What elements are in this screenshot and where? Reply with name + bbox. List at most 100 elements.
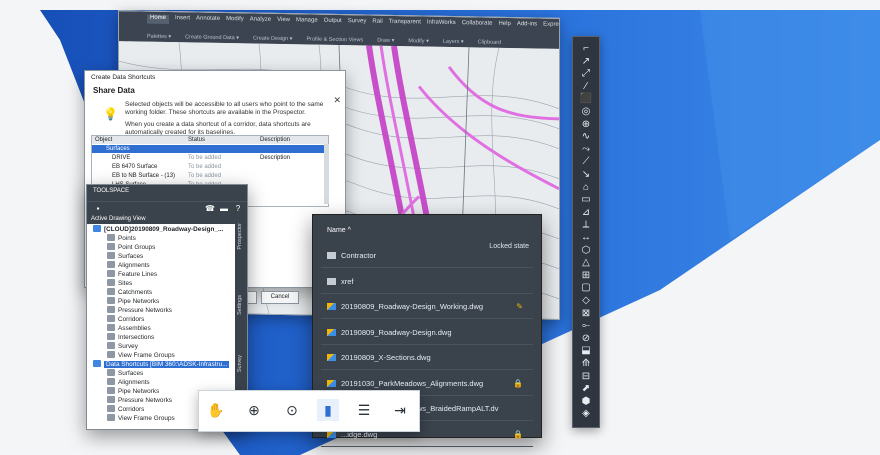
ribbon-tab[interactable]: Analyze bbox=[250, 16, 271, 25]
tab-settings[interactable]: Settings bbox=[237, 295, 243, 315]
ribbon-tab[interactable]: Transparent bbox=[389, 19, 421, 29]
zoom-extents-icon[interactable]: ⊙ bbox=[281, 399, 303, 421]
toolbar-tool-icon[interactable]: ↔ bbox=[578, 232, 594, 244]
ribbon-tab[interactable]: InfraWorks bbox=[427, 20, 456, 30]
toolbar-tool-icon[interactable]: ⌂ bbox=[578, 182, 594, 194]
ribbon-tab[interactable]: Output bbox=[324, 18, 342, 27]
toolbar-tool-icon[interactable]: ⬡ bbox=[578, 245, 594, 257]
ribbon-tab[interactable]: Annotate bbox=[196, 16, 220, 25]
toolbar-tool-icon[interactable]: ⬈ bbox=[578, 383, 594, 395]
tree-item[interactable]: Catchments bbox=[107, 288, 152, 297]
file-row[interactable]: Contractor bbox=[327, 251, 527, 263]
bottom-toolbar[interactable]: ✋ ⊕ ⊙ ▮ ☰ ⇥ bbox=[198, 390, 420, 432]
ribbon-panel-label[interactable]: Modify ▾ bbox=[408, 38, 429, 44]
tree-item[interactable]: View Frame Groups bbox=[107, 414, 175, 423]
toolbar-tool-icon[interactable]: ⤳ bbox=[578, 144, 594, 156]
cancel-button[interactable]: Cancel bbox=[261, 291, 299, 304]
tree-item[interactable]: Pressure Networks bbox=[107, 306, 172, 315]
tree-item[interactable]: Survey bbox=[107, 342, 138, 351]
tree-item[interactable]: Alignments bbox=[107, 378, 150, 387]
help-icon[interactable]: ? bbox=[233, 204, 243, 213]
grid-row[interactable]: DRIVE To be added Description bbox=[92, 154, 328, 162]
toolbar-tool-icon[interactable]: ⟜ bbox=[578, 320, 594, 332]
ribbon-panel-label[interactable]: Profile & Section Views bbox=[306, 36, 363, 43]
ribbon-tab[interactable]: Express Tools bbox=[543, 22, 560, 32]
tab-survey[interactable]: Survey bbox=[237, 355, 243, 372]
toolbar-tool-icon[interactable]: ⬓ bbox=[578, 345, 594, 357]
tree-item[interactable]: Corridors bbox=[107, 405, 144, 414]
toolbar-tool-icon[interactable]: ◈ bbox=[578, 408, 594, 420]
toolbar-tool-icon[interactable]: ⬢ bbox=[578, 396, 594, 408]
ribbon-tab[interactable]: Collaborate bbox=[462, 20, 493, 30]
grid-row[interactable]: EB to NB Surface - (13) To be added bbox=[92, 172, 328, 180]
tree-item[interactable]: Feature Lines bbox=[107, 270, 157, 279]
vertical-toolbar[interactable]: ⌐ ↗ ⤢ ∕ ⬛ ◎ ⊕ ∿ ⤳ ⟋ ↘ ⌂ ▭ ⊿ ⟂ ↔ ⬡ △ ⊞ ▢ ◇ ⊠ ⟜ ⊘ ⬓ ⟰ ⊟ ⬈ ⬢ ◈ bbox=[572, 36, 600, 428]
tree-item[interactable]: Alignments bbox=[107, 261, 150, 270]
name-column-header[interactable]: Name ^ bbox=[327, 227, 351, 234]
ribbon-panel-label[interactable]: Palettes ▾ bbox=[147, 34, 171, 40]
toolbar-tool-icon[interactable]: ⬛ bbox=[578, 93, 594, 105]
tree-item[interactable]: Points bbox=[107, 234, 136, 243]
toolbar-tool-icon[interactable]: ⊟ bbox=[578, 371, 594, 383]
ribbon-panel-label[interactable]: Layers ▾ bbox=[443, 39, 464, 45]
tree-item[interactable]: Intersections bbox=[107, 333, 154, 342]
tree-item[interactable]: Surfaces bbox=[107, 252, 143, 261]
panel-icon[interactable]: ▪ bbox=[93, 204, 103, 213]
ribbon-tab[interactable]: Home bbox=[147, 14, 170, 25]
file-row[interactable]: 20190809_Roadway-Design.dwg bbox=[327, 328, 527, 340]
ribbon-tab[interactable]: Modify bbox=[226, 16, 244, 25]
toolbar-tool-icon[interactable]: ⊞ bbox=[578, 270, 594, 282]
toolbar-tool-icon[interactable]: ⊠ bbox=[578, 308, 594, 320]
grid-row[interactable]: EB 6470 Surface To be added bbox=[92, 163, 328, 171]
layout-icon[interactable]: ▮ bbox=[317, 399, 339, 421]
window-icon[interactable]: ▬ bbox=[219, 204, 229, 213]
toolbar-tool-icon[interactable]: ⊕ bbox=[578, 119, 594, 131]
toolbar-tool-icon[interactable]: ∕ bbox=[578, 81, 594, 93]
toolbar-tool-icon[interactable]: ⊿ bbox=[578, 207, 594, 219]
toolbar-tool-icon[interactable]: ↘ bbox=[578, 169, 594, 181]
ribbon-tab[interactable]: View bbox=[277, 17, 290, 26]
tree-item[interactable]: Assemblies bbox=[107, 324, 151, 333]
tree-item[interactable]: Corridors bbox=[107, 315, 144, 324]
ribbon-panel-label[interactable]: Clipboard bbox=[478, 39, 502, 45]
tree-item[interactable]: Pipe Networks bbox=[107, 297, 159, 306]
file-row[interactable]: xref bbox=[327, 277, 527, 289]
toolbar-tool-icon[interactable]: ↗ bbox=[578, 56, 594, 68]
grid-row[interactable]: Surfaces bbox=[92, 145, 328, 153]
toolbar-tool-icon[interactable]: ▢ bbox=[578, 282, 594, 294]
active-drawing-view-label[interactable]: Active Drawing View bbox=[87, 215, 239, 224]
ribbon-tab[interactable]: Insert bbox=[175, 15, 190, 24]
toolbar-tool-icon[interactable]: ⌐ bbox=[578, 43, 594, 55]
ribbon-tab[interactable]: Help bbox=[498, 21, 510, 30]
file-row[interactable]: 20190809_Roadway-Design_Working.dwg ✎ bbox=[327, 302, 527, 314]
ribbon-panel-label[interactable]: Create Ground Data ▾ bbox=[185, 34, 239, 41]
tree-item[interactable]: Pressure Networks bbox=[107, 396, 172, 405]
toolbar-tool-icon[interactable]: ◎ bbox=[578, 106, 594, 118]
toolbar-tool-icon[interactable]: △ bbox=[578, 257, 594, 269]
ribbon-tab[interactable]: Rail bbox=[372, 19, 382, 28]
ribbon-panel-label[interactable]: Create Design ▾ bbox=[253, 35, 292, 42]
zoom-window-icon[interactable]: ⊕ bbox=[243, 399, 265, 421]
tree-item[interactable]: Data Shortcuts [BIM 360:\ADSK-Infrastru.… bbox=[93, 360, 230, 369]
file-row[interactable]: 20190809_X-Sections.dwg bbox=[327, 353, 527, 365]
toolbar-tool-icon[interactable]: ⊘ bbox=[578, 333, 594, 345]
exit-icon[interactable]: ⇥ bbox=[389, 399, 411, 421]
phone-icon[interactable]: ☎ bbox=[205, 204, 215, 213]
tree-item[interactable]: Sites bbox=[107, 279, 132, 288]
tree-item[interactable]: [CLOUD]20190809_Roadway-Design_... bbox=[93, 225, 223, 234]
toolbar-tool-icon[interactable]: ▭ bbox=[578, 194, 594, 206]
tab-prospector[interactable]: Prospector bbox=[237, 223, 243, 250]
toolbar-tool-icon[interactable]: ◇ bbox=[578, 295, 594, 307]
ribbon-tab[interactable]: Add-ins bbox=[517, 21, 537, 30]
tree-item[interactable]: Pipe Networks bbox=[107, 387, 159, 396]
toolbar-tool-icon[interactable]: ⟂ bbox=[578, 219, 594, 231]
toolbar-tool-icon[interactable]: ⟋ bbox=[578, 156, 594, 168]
close-icon[interactable]: ✕ bbox=[333, 95, 341, 106]
grid-scrollbar[interactable] bbox=[324, 144, 329, 204]
ribbon-tab[interactable]: Survey bbox=[348, 18, 367, 27]
ribbon-panel-label[interactable]: Draw ▾ bbox=[377, 38, 394, 44]
toolbar-tool-icon[interactable]: ∿ bbox=[578, 131, 594, 143]
toolbar-tool-icon[interactable]: ⟰ bbox=[578, 358, 594, 370]
tree-item[interactable]: Surfaces bbox=[107, 369, 143, 378]
ribbon-tab[interactable]: Manage bbox=[296, 17, 318, 26]
